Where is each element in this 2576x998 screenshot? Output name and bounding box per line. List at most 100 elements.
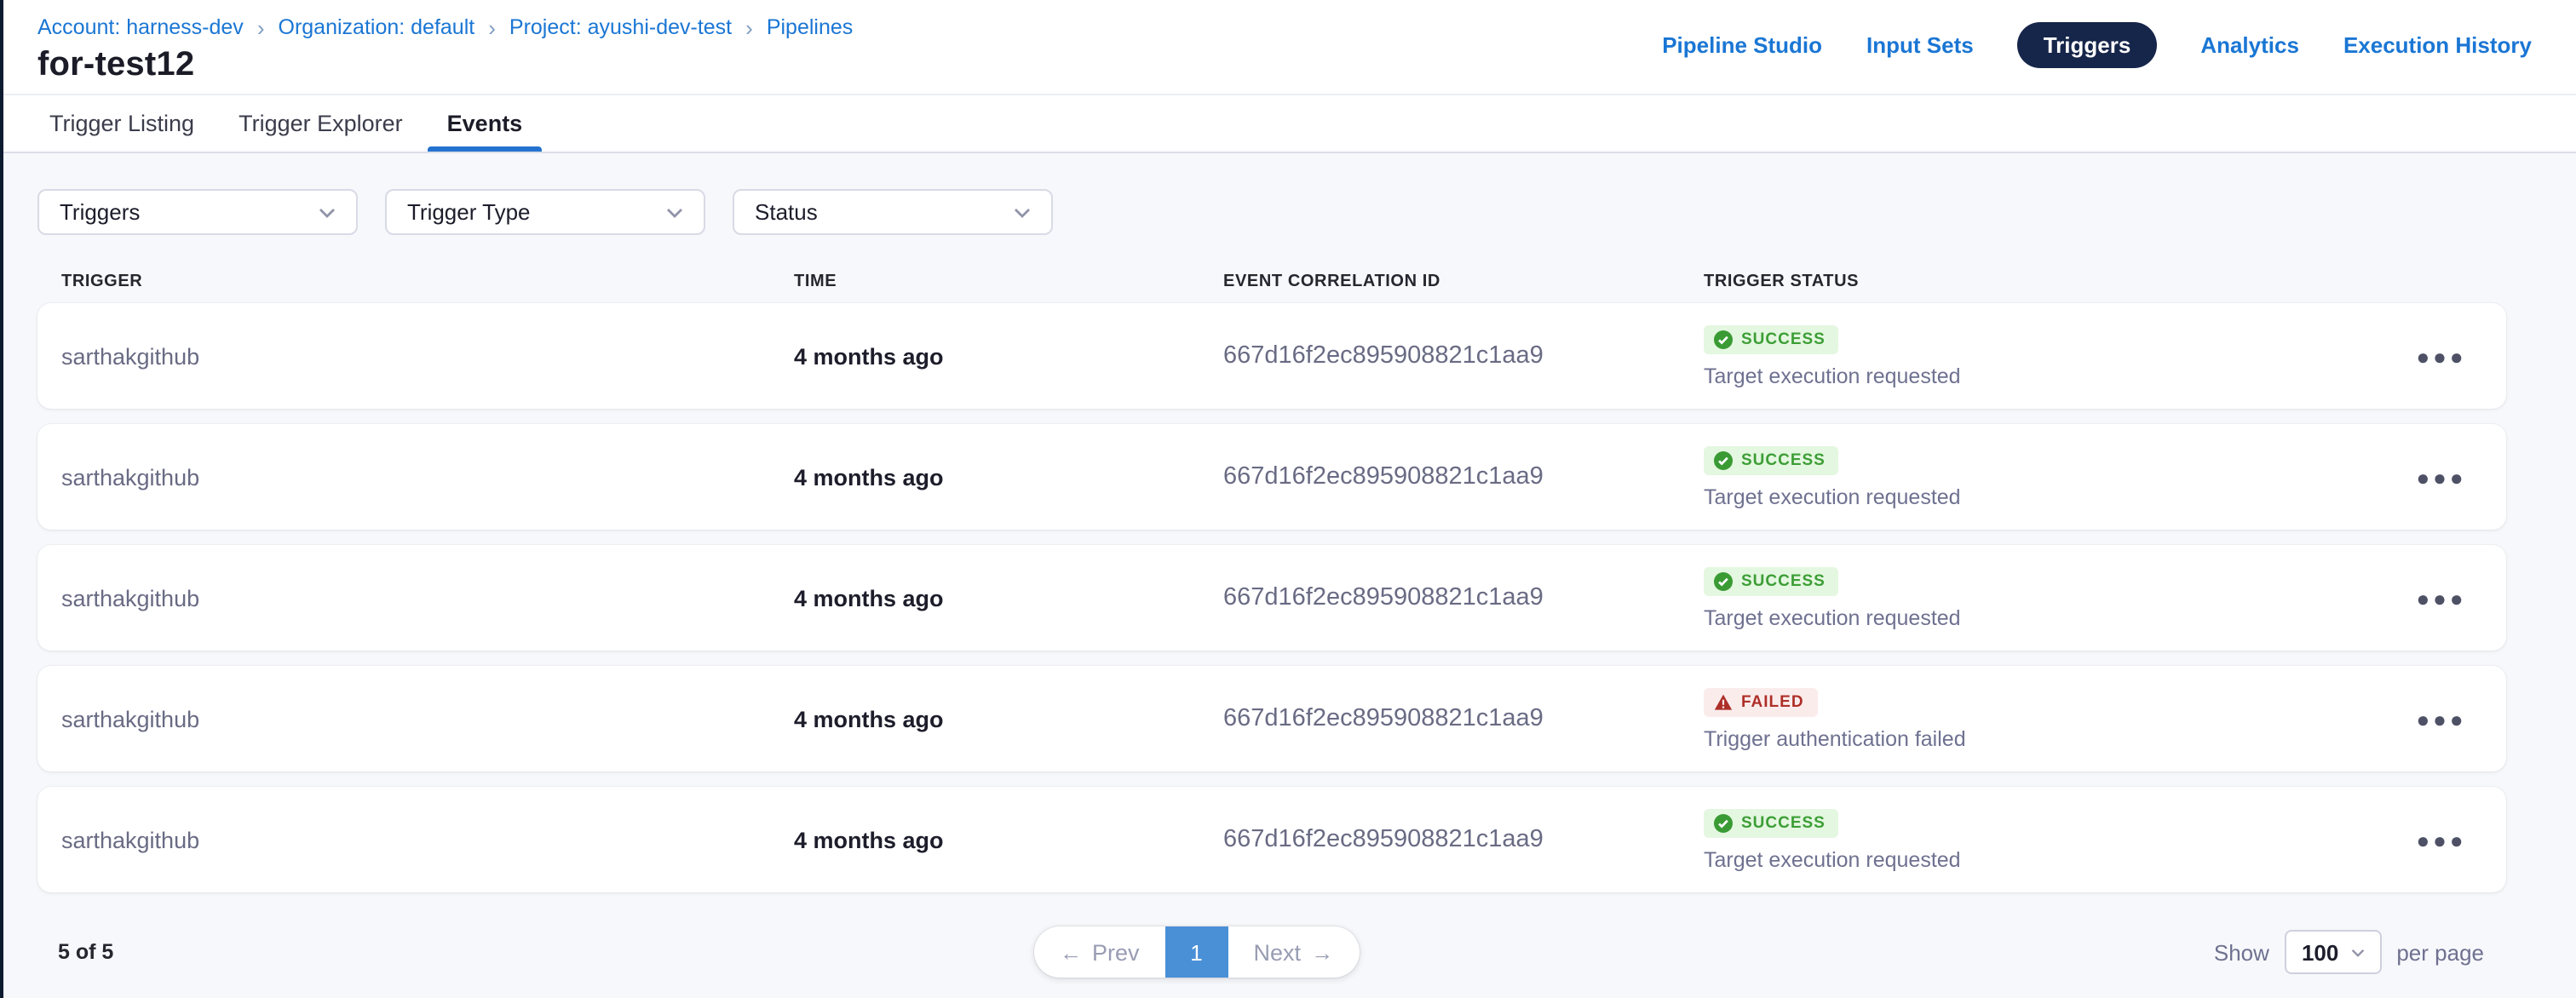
filter-label: Trigger Type — [407, 199, 531, 225]
event-correlation-id: 667d16f2ec895908821c1aa9 — [1223, 826, 1704, 853]
tab-bar: Trigger ListingTrigger ExplorerEvents — [0, 95, 2576, 153]
filter-dropdown-trigger-type[interactable]: Trigger Type — [385, 189, 705, 235]
trigger-status-cell: SUCCESS Target execution requested — [1704, 324, 2401, 387]
page-size-value: 100 — [2302, 939, 2338, 965]
column-header-trigger: TRIGGER — [61, 272, 794, 290]
filter-dropdown-status[interactable]: Status — [733, 189, 1053, 235]
more-options-icon[interactable]: ●●● — [2412, 701, 2470, 737]
status-label: SUCCESS — [1741, 450, 1826, 469]
tab-trigger-explorer[interactable]: Trigger Explorer — [216, 95, 425, 152]
page-size-control: Show 100 per page — [2214, 930, 2484, 974]
chevron-down-icon — [2350, 948, 2364, 956]
status-badge: SUCCESS — [1704, 324, 1839, 353]
pagination-summary: 5 of 5 — [58, 940, 113, 964]
event-correlation-id: 667d16f2ec895908821c1aa9 — [1223, 705, 1704, 732]
per-page-label: per page — [2396, 939, 2484, 965]
filter-dropdown-triggers[interactable]: Triggers — [37, 189, 358, 235]
chevron-down-icon — [319, 207, 336, 217]
column-header-event-correlation-id: EVENT CORRELATION ID — [1223, 272, 1704, 290]
column-header-trigger-status: TRIGGER STATUS — [1704, 272, 2401, 290]
trigger-status-cell: SUCCESS Target execution requested — [1704, 566, 2401, 629]
tab-trigger-listing[interactable]: Trigger Listing — [27, 95, 216, 152]
module-nav: Pipeline Studio Input Sets Triggers Analyti… — [1662, 22, 2532, 68]
page-header: Account: harness-dev › Organization: defau… — [0, 0, 2576, 95]
row-actions: ●●● — [2401, 822, 2482, 857]
status-detail: Target execution requested — [1704, 605, 1961, 629]
breadcrumb-link[interactable]: Account: harness-dev — [37, 15, 244, 39]
arrow-right-icon: → — [1311, 941, 1333, 963]
table-row[interactable]: sarthakgithub 4 months ago 667d16f2ec895… — [37, 545, 2506, 651]
event-correlation-id: 667d16f2ec895908821c1aa9 — [1223, 463, 1704, 490]
more-options-icon[interactable]: ●●● — [2412, 338, 2470, 374]
trigger-status-cell: SUCCESS Target execution requested — [1704, 445, 2401, 508]
module-nav-analytics[interactable]: Analytics — [2200, 32, 2299, 58]
prev-label: Prev — [1092, 939, 1140, 965]
module-nav-execution-history[interactable]: Execution History — [2343, 32, 2532, 58]
table-body: sarthakgithub 4 months ago 667d16f2ec895… — [37, 303, 2506, 892]
more-options-icon[interactable]: ●●● — [2412, 822, 2470, 857]
breadcrumb-link[interactable]: Project: ayushi-dev-test — [509, 15, 732, 39]
table-row[interactable]: sarthakgithub 4 months ago 667d16f2ec895… — [37, 303, 2506, 409]
content-area: Triggers Trigger Type Status TRIGGER TIME … — [0, 153, 2576, 978]
breadcrumb-link[interactable]: Organization: default — [279, 15, 475, 39]
module-nav-pipeline-studio[interactable]: Pipeline Studio — [1662, 32, 1822, 58]
chevron-down-icon — [1014, 207, 1031, 217]
chevron-down-icon — [666, 207, 683, 217]
warning-triangle-icon — [1714, 692, 1733, 711]
status-badge: SUCCESS — [1704, 566, 1839, 595]
page: Account: harness-dev › Organization: defau… — [0, 0, 2576, 998]
table-row[interactable]: sarthakgithub 4 months ago 667d16f2ec895… — [37, 424, 2506, 530]
prev-page-button[interactable]: ← Prev — [1034, 926, 1165, 978]
module-nav-triggers[interactable]: Triggers — [2018, 22, 2157, 68]
row-actions: ●●● — [2401, 580, 2482, 616]
row-actions: ●●● — [2401, 459, 2482, 495]
event-time: 4 months ago — [794, 706, 1223, 731]
status-detail: Target execution requested — [1704, 364, 1961, 387]
row-actions: ●●● — [2401, 701, 2482, 737]
status-badge: FAILED — [1704, 687, 1818, 716]
status-label: SUCCESS — [1741, 330, 1826, 348]
status-badge: SUCCESS — [1704, 808, 1839, 837]
status-detail: Target execution requested — [1704, 847, 1961, 871]
event-time: 4 months ago — [794, 464, 1223, 490]
event-time: 4 months ago — [794, 343, 1223, 369]
status-label: SUCCESS — [1741, 571, 1826, 590]
filter-bar: Triggers Trigger Type Status — [37, 189, 2506, 235]
chevron-right-icon: › — [488, 16, 496, 38]
status-detail: Target execution requested — [1704, 485, 1961, 508]
trigger-status-cell: FAILED Trigger authentication failed — [1704, 687, 2401, 750]
status-label: SUCCESS — [1741, 813, 1826, 832]
module-nav-input-sets[interactable]: Input Sets — [1866, 32, 1974, 58]
breadcrumb-link[interactable]: Pipelines — [767, 15, 853, 39]
status-badge: SUCCESS — [1704, 445, 1839, 474]
status-detail: Trigger authentication failed — [1704, 726, 1966, 750]
event-correlation-id: 667d16f2ec895908821c1aa9 — [1223, 342, 1704, 370]
table-row[interactable]: sarthakgithub 4 months ago 667d16f2ec895… — [37, 787, 2506, 892]
arrow-left-icon: ← — [1060, 941, 1082, 963]
trigger-name: sarthakgithub — [61, 585, 794, 611]
check-circle-icon — [1714, 813, 1733, 832]
check-circle-icon — [1714, 450, 1733, 469]
pagination-footer: 5 of 5 ← Prev 1 Next → Show 100 — [37, 926, 2506, 978]
trigger-name: sarthakgithub — [61, 464, 794, 490]
chevron-right-icon: › — [745, 16, 753, 38]
page-number-button[interactable]: 1 — [1165, 926, 1228, 978]
next-label: Next — [1254, 939, 1302, 965]
check-circle-icon — [1714, 330, 1733, 348]
trigger-name: sarthakgithub — [61, 343, 794, 369]
table-header-row: TRIGGER TIME EVENT CORRELATION ID TRIGGE… — [37, 259, 2506, 303]
column-header-time: TIME — [794, 272, 1223, 290]
more-options-icon[interactable]: ●●● — [2412, 459, 2470, 495]
next-page-button[interactable]: Next → — [1228, 926, 1360, 978]
row-actions: ●●● — [2401, 338, 2482, 374]
tab-events[interactable]: Events — [425, 95, 545, 152]
table-row[interactable]: sarthakgithub 4 months ago 667d16f2ec895… — [37, 666, 2506, 771]
filter-label: Status — [755, 199, 818, 225]
show-label: Show — [2214, 939, 2269, 965]
event-correlation-id: 667d16f2ec895908821c1aa9 — [1223, 584, 1704, 611]
page-size-select[interactable]: 100 — [2285, 930, 2381, 974]
pager: ← Prev 1 Next → — [1034, 926, 1359, 978]
event-time: 4 months ago — [794, 827, 1223, 852]
sidebar-edge — [0, 0, 3, 998]
more-options-icon[interactable]: ●●● — [2412, 580, 2470, 616]
